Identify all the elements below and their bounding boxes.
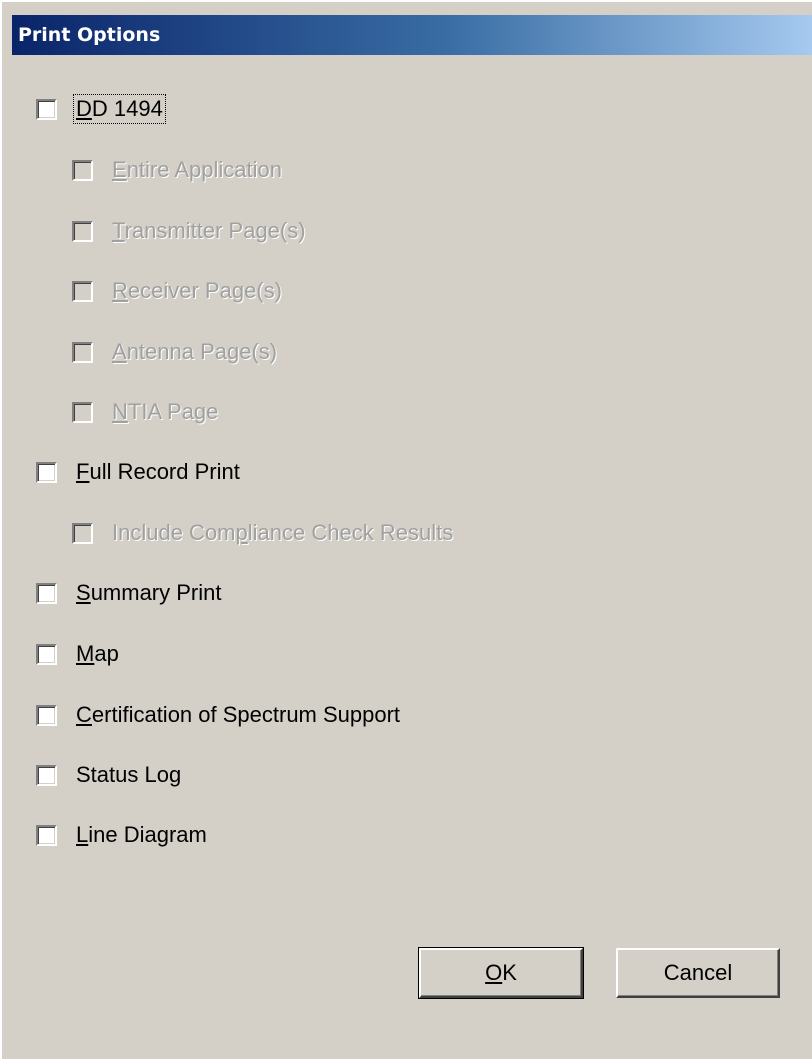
antenna-pages-checkbox[interactable] (72, 341, 93, 363)
option-include-compliance-check-results[interactable]: Include Compliance Check Results (72, 517, 455, 549)
ntia-page-label[interactable]: NTIA Page (110, 398, 220, 426)
transmitter-pages-checkbox[interactable] (72, 220, 93, 242)
option-entire-application[interactable]: Entire Application (72, 154, 284, 186)
ntia-page-checkbox[interactable] (72, 401, 93, 423)
ok-button[interactable]: OK (418, 947, 584, 999)
cancel-button-label: Cancel (663, 960, 733, 985)
option-certification-of-spectrum-support[interactable]: Certification of Spectrum Support (36, 699, 402, 731)
summary-print-checkbox[interactable] (36, 582, 57, 604)
line-diagram-checkbox[interactable] (36, 824, 57, 846)
certification-checkbox[interactable] (36, 704, 57, 726)
dd1494-label[interactable]: DD 1494 (73, 94, 166, 124)
include-compliance-label[interactable]: Include Compliance Check Results (110, 519, 455, 547)
cancel-button[interactable]: Cancel (616, 948, 780, 998)
status-log-label[interactable]: Status Log (74, 761, 183, 789)
option-dd1494[interactable]: DD 1494 (36, 93, 166, 125)
map-checkbox[interactable] (36, 643, 57, 665)
full-record-print-label[interactable]: Full Record Print (74, 458, 242, 486)
option-receiver-pages[interactable]: Receiver Page(s) (72, 275, 284, 307)
full-record-print-checkbox[interactable] (36, 461, 57, 483)
entire-application-label[interactable]: Entire Application (110, 156, 284, 184)
receiver-pages-label[interactable]: Receiver Page(s) (110, 277, 284, 305)
antenna-pages-label[interactable]: Antenna Page(s) (110, 338, 279, 366)
include-compliance-checkbox[interactable] (72, 522, 93, 544)
line-diagram-label[interactable]: Line Diagram (74, 821, 209, 849)
status-log-checkbox[interactable] (36, 764, 57, 786)
option-map[interactable]: Map (36, 638, 121, 670)
map-label[interactable]: Map (74, 640, 121, 668)
dd1494-checkbox[interactable] (36, 98, 57, 120)
options-list: DD 1494 Entire Application Transmitter P… (2, 2, 812, 902)
option-ntia-page[interactable]: NTIA Page (72, 396, 220, 428)
transmitter-pages-label[interactable]: Transmitter Page(s) (110, 217, 308, 245)
option-summary-print[interactable]: Summary Print (36, 577, 223, 609)
option-line-diagram[interactable]: Line Diagram (36, 819, 209, 851)
entire-application-checkbox[interactable] (72, 159, 93, 181)
ok-button-label: OK (485, 960, 517, 985)
option-status-log[interactable]: Status Log (36, 759, 183, 791)
receiver-pages-checkbox[interactable] (72, 280, 93, 302)
summary-print-label[interactable]: Summary Print (74, 579, 223, 607)
option-antenna-pages[interactable]: Antenna Page(s) (72, 336, 279, 368)
print-options-dialog: Print Options DD 1494 Entire Application… (0, 0, 812, 1059)
option-transmitter-pages[interactable]: Transmitter Page(s) (72, 215, 308, 247)
certification-label[interactable]: Certification of Spectrum Support (74, 701, 402, 729)
option-full-record-print[interactable]: Full Record Print (36, 456, 242, 488)
